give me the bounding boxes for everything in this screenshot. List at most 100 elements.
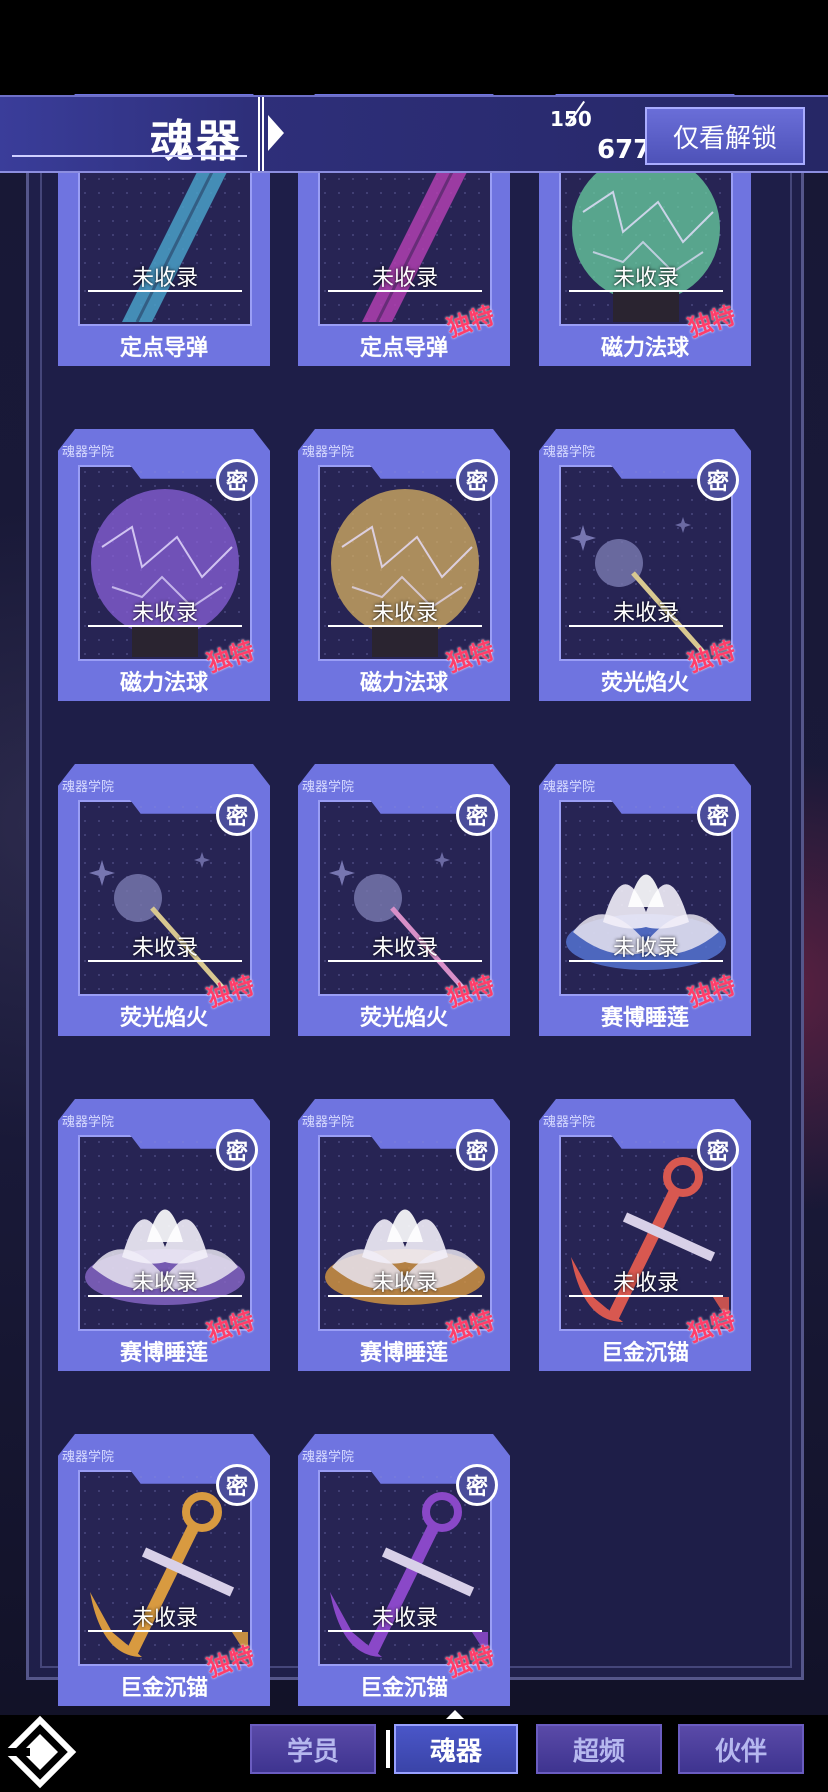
wand-artwork-icon xyxy=(82,812,248,992)
card-status-underline xyxy=(569,1295,723,1297)
nav-separator xyxy=(386,1730,390,1768)
card-name: 巨金沉锚 xyxy=(600,1341,689,1366)
card-status-underline xyxy=(88,1295,242,1297)
tab-soul-artifacts[interactable]: 魂器 xyxy=(394,1724,518,1774)
card-status: 未收录 xyxy=(131,1606,198,1631)
page-title: 魂器 xyxy=(150,116,242,167)
secret-badge: 密 xyxy=(456,1129,498,1171)
card-status-underline xyxy=(569,625,723,627)
lotus-artwork-icon xyxy=(563,812,729,992)
tab-partners[interactable]: 伙伴 xyxy=(678,1724,804,1774)
card-status: 未收录 xyxy=(612,1271,679,1296)
card-name: 定点导弹 xyxy=(359,336,448,361)
card-status: 未收录 xyxy=(131,266,198,291)
card-status-underline xyxy=(328,290,482,292)
home-button[interactable] xyxy=(0,1712,84,1792)
secret-badge: 密 xyxy=(697,459,739,501)
card-name: 荧光焰火 xyxy=(600,671,689,696)
anchor-artwork-icon xyxy=(82,1482,248,1662)
card-tab-label: 魂器学院 xyxy=(543,780,596,795)
artifact-card[interactable]: 魂器学院 密未收录 独特 巨金沉锚 xyxy=(539,1099,751,1371)
card-status: 未收录 xyxy=(131,601,198,626)
card-name: 巨金沉锚 xyxy=(119,1676,208,1701)
secret-badge: 密 xyxy=(216,794,258,836)
card-status-underline xyxy=(569,960,723,962)
card-status: 未收录 xyxy=(371,1271,438,1296)
artifact-card[interactable]: 魂器学院 密未收录 独特 赛博睡莲 xyxy=(539,764,751,1036)
card-tab-label: 魂器学院 xyxy=(302,1115,355,1130)
artifact-card[interactable]: 魂器学院 密未收录 独特 荧光焰火 xyxy=(298,764,510,1036)
card-tab-label: 魂器学院 xyxy=(62,445,115,460)
lotus-artwork-icon xyxy=(322,1147,488,1327)
header-divider xyxy=(258,97,264,171)
secret-badge: 密 xyxy=(697,794,739,836)
orb-artwork-icon xyxy=(322,477,488,657)
card-name: 磁力法球 xyxy=(359,671,448,696)
chevron-right-icon xyxy=(268,115,284,151)
artifact-card[interactable]: 魂器学院 密未收录 独特 巨金沉锚 xyxy=(298,1434,510,1706)
card-status: 未收录 xyxy=(371,936,438,961)
card-status-underline xyxy=(88,960,242,962)
secret-badge: 密 xyxy=(456,794,498,836)
tab-overclock[interactable]: 超频 xyxy=(536,1724,662,1774)
card-name: 赛博睡莲 xyxy=(119,1341,208,1366)
card-tab-label: 魂器学院 xyxy=(62,1450,115,1465)
card-tab-label: 魂器学院 xyxy=(543,445,596,460)
title-underline xyxy=(12,155,247,157)
orb-artwork-icon xyxy=(82,477,248,657)
artifact-card[interactable]: 魂器学院 密未收录 独特 磁力法球 xyxy=(298,429,510,701)
card-tab-label: 魂器学院 xyxy=(302,1450,355,1465)
secret-badge: 密 xyxy=(456,1464,498,1506)
status-bar-area xyxy=(0,0,828,95)
card-status: 未收录 xyxy=(612,266,679,291)
anchor-artwork-icon xyxy=(322,1482,488,1662)
home-logo-icon xyxy=(0,1715,77,1789)
card-tab-label: 魂器学院 xyxy=(62,780,115,795)
card-tab-label: 魂器学院 xyxy=(543,1115,596,1130)
artifact-card[interactable]: 魂器学院 密未收录 独特 荧光焰火 xyxy=(539,429,751,701)
card-tab-label: 魂器学院 xyxy=(62,1115,115,1130)
active-tab-caret xyxy=(446,1710,464,1719)
secret-badge: 密 xyxy=(697,1129,739,1171)
card-status-underline xyxy=(328,1630,482,1632)
card-status-underline xyxy=(328,1295,482,1297)
header-bar: 魂器 150 677 仅看解锁 xyxy=(0,95,828,173)
card-status-underline xyxy=(328,960,482,962)
card-name: 定点导弹 xyxy=(119,336,208,361)
anchor-artwork-icon xyxy=(563,1147,729,1327)
artifact-card[interactable]: 魂器学院 密未收录 独特 赛博睡莲 xyxy=(58,1099,270,1371)
artifact-card[interactable]: 魂器学院 密未收录 独特 巨金沉锚 xyxy=(58,1434,270,1706)
total-count: 677 xyxy=(597,135,652,165)
card-tab-label: 魂器学院 xyxy=(302,445,355,460)
lotus-artwork-icon xyxy=(82,1147,248,1327)
wand-artwork-icon xyxy=(322,812,488,992)
secret-badge: 密 xyxy=(216,459,258,501)
card-status: 未收录 xyxy=(612,936,679,961)
card-status-underline xyxy=(569,290,723,292)
artifact-card[interactable]: 魂器学院 密未收录 独特 荧光焰火 xyxy=(58,764,270,1036)
card-name: 巨金沉锚 xyxy=(359,1676,448,1701)
card-name: 磁力法球 xyxy=(119,671,208,696)
artifact-card[interactable]: 魂器学院 密未收录 独特 磁力法球 xyxy=(58,429,270,701)
artifact-card[interactable]: 魂器学院 密未收录 独特 赛博睡莲 xyxy=(298,1099,510,1371)
wand-artwork-icon xyxy=(563,477,729,657)
card-status: 未收录 xyxy=(131,1271,198,1296)
card-tab-label: 魂器学院 xyxy=(302,780,355,795)
card-status: 未收录 xyxy=(371,266,438,291)
card-status-underline xyxy=(328,625,482,627)
card-name: 荧光焰火 xyxy=(359,1006,448,1031)
card-name: 荧光焰火 xyxy=(119,1006,208,1031)
secret-badge: 密 xyxy=(216,1129,258,1171)
card-status-underline xyxy=(88,1630,242,1632)
card-status-underline xyxy=(88,290,242,292)
secret-badge: 密 xyxy=(216,1464,258,1506)
tab-students[interactable]: 学员 xyxy=(250,1724,376,1774)
secret-badge: 密 xyxy=(456,459,498,501)
show-unlocked-only-button[interactable]: 仅看解锁 xyxy=(645,107,805,165)
card-status: 未收录 xyxy=(612,601,679,626)
card-status: 未收录 xyxy=(371,1606,438,1631)
card-name: 赛博睡莲 xyxy=(600,1006,689,1031)
card-name: 赛博睡莲 xyxy=(359,1341,448,1366)
card-status-underline xyxy=(88,625,242,627)
card-status: 未收录 xyxy=(371,601,438,626)
